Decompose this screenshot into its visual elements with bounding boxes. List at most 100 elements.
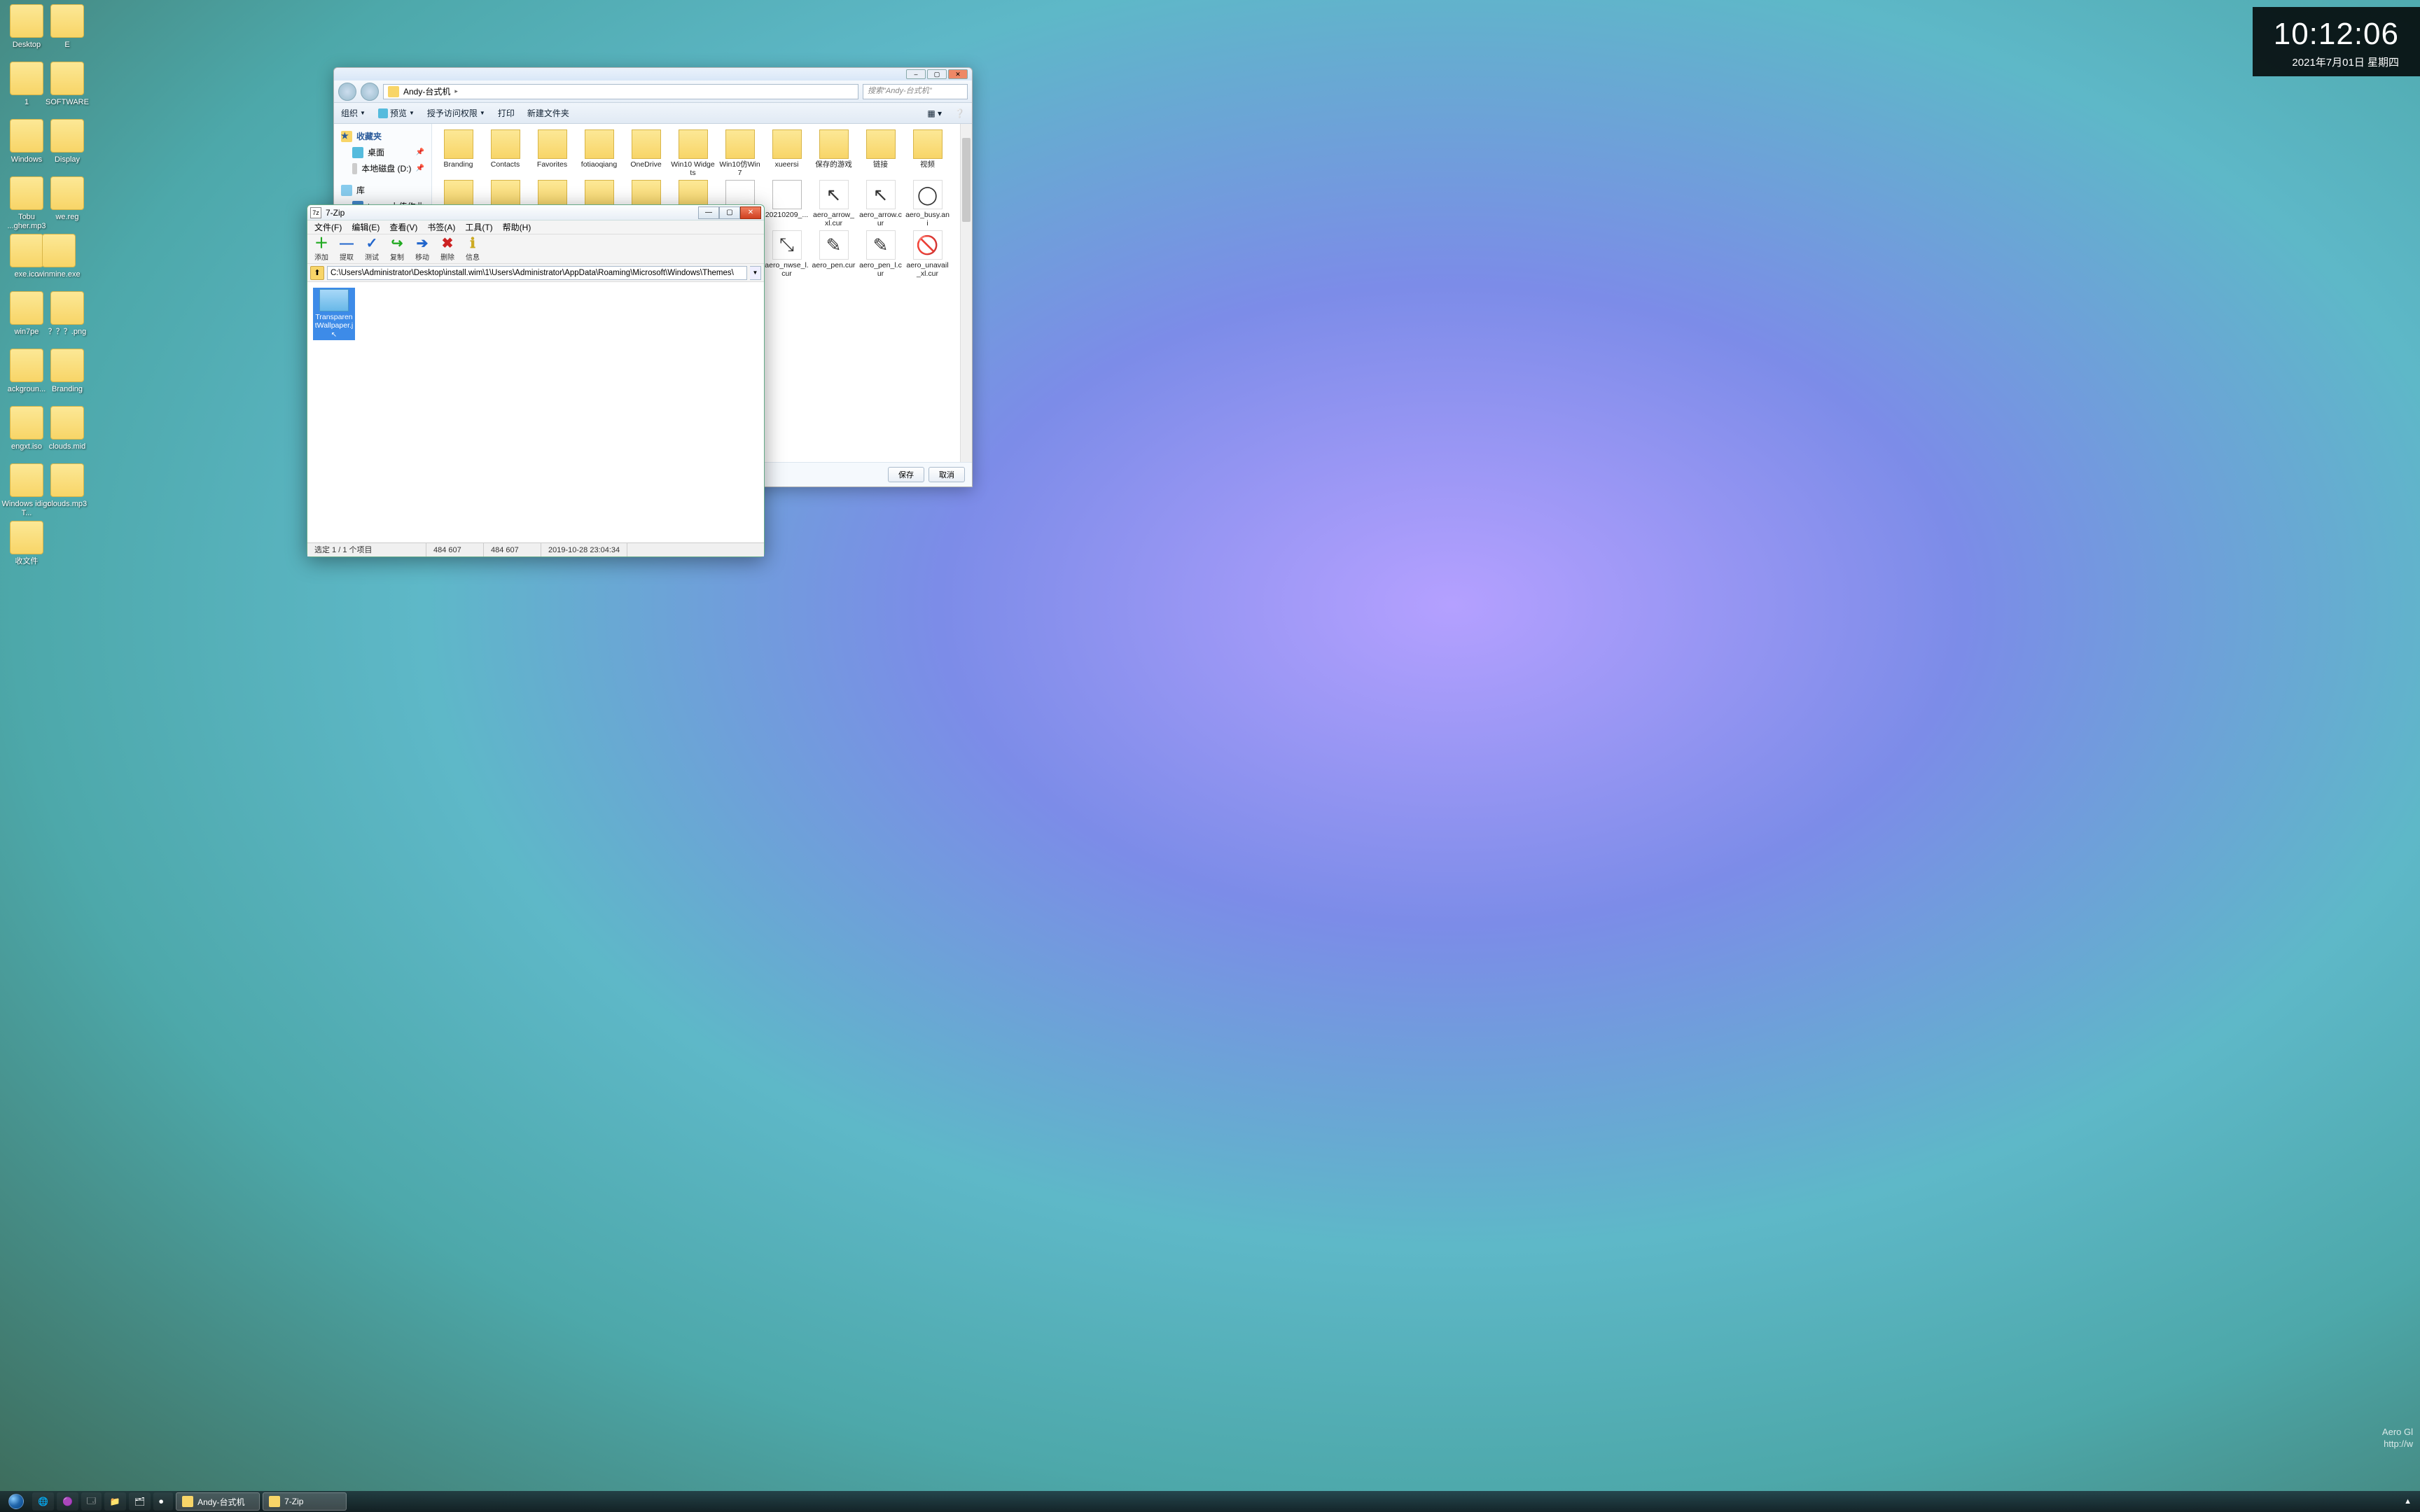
menu-item[interactable]: 查看(V) (385, 220, 422, 234)
file-item[interactable]: ✎aero_pen_l.cur (858, 230, 903, 278)
close-button[interactable]: ✕ (948, 69, 968, 79)
desktop-icon[interactable]: 收文件 (0, 521, 53, 566)
file-item[interactable]: Win10 Widgets (671, 130, 715, 177)
file-item[interactable]: Favorites (530, 130, 574, 177)
task-icon (182, 1496, 193, 1507)
explorer-titlebar[interactable]: – ▢ ✕ (334, 68, 972, 80)
file-item[interactable]: ⤡aero_nwse_l.cur (765, 230, 809, 278)
tray-icon[interactable]: ▲ (2404, 1497, 2412, 1506)
desktop-icon[interactable]: Display (41, 119, 94, 164)
file-item[interactable]: 保存的游戏 (812, 130, 856, 177)
taskbar-task[interactable]: 7-Zip (263, 1492, 347, 1511)
save-button[interactable]: 保存 (888, 467, 924, 482)
sevenzip-titlebar[interactable]: 7z 7-Zip — ▢ ✕ (307, 205, 764, 220)
preview-button[interactable]: 预览▼ (378, 107, 415, 119)
up-button[interactable]: ⬆ (310, 266, 324, 280)
access-button[interactable]: 授予访问权限▼ (427, 107, 485, 119)
toolbar-button-删除[interactable]: ✖删除 (438, 236, 457, 262)
pin-icon[interactable]: 📌 (416, 164, 424, 172)
status-selection: 选定 1 / 1 个项目 (307, 543, 426, 556)
file-name: 保存的游戏 (812, 160, 856, 169)
menu-item[interactable]: 工具(T) (461, 220, 496, 234)
path-input[interactable]: C:\Users\Administrator\Desktop\install.w… (327, 266, 747, 280)
view-options-button[interactable]: ▦ ▾ (927, 108, 942, 118)
pinned-app[interactable]: 🗂 (129, 1492, 151, 1511)
toolbar-button-移动[interactable]: ➔移动 (412, 236, 432, 262)
file-item[interactable]: fotiaoqiang (577, 130, 621, 177)
desktop-icon[interactable]: Branding (41, 349, 94, 394)
desktop-icon[interactable]: clouds.mid (41, 406, 94, 451)
toolbar-icon: ↪ (387, 236, 407, 251)
organize-button[interactable]: 组织▼ (341, 107, 366, 119)
newfolder-button[interactable]: 新建文件夹 (527, 107, 569, 119)
file-item[interactable]: Branding (436, 130, 480, 177)
pinned-app[interactable]: 🗔 (81, 1492, 102, 1511)
maximize-button[interactable]: ▢ (927, 69, 947, 79)
pinned-app[interactable]: 📁 (104, 1492, 126, 1511)
sidebar-favorites[interactable]: ★收藏夹 (337, 128, 429, 144)
file-area[interactable]: TransparentWallpaper.j ↖ (307, 282, 764, 542)
scrollbar-thumb[interactable] (962, 138, 971, 222)
pinned-app[interactable]: 🌐 (32, 1492, 54, 1511)
scrollbar[interactable] (960, 124, 972, 462)
system-tray[interactable]: ▲ (2404, 1497, 2417, 1506)
sidebar-library[interactable]: 库 (337, 182, 429, 198)
search-input[interactable]: 搜索"Andy-台式机" (863, 84, 968, 99)
pin-icon[interactable]: 📌 (416, 148, 424, 156)
toolbar-button-提取[interactable]: —提取 (337, 236, 356, 262)
sevenzip-window[interactable]: 7z 7-Zip — ▢ ✕ 文件(F)编辑(E)查看(V)书签(A)工具(T)… (307, 204, 765, 557)
maximize-button[interactable]: ▢ (719, 206, 740, 219)
menu-item[interactable]: 编辑(E) (347, 220, 384, 234)
file-name: Branding (436, 160, 480, 169)
pinned-app[interactable]: 🟣 (57, 1492, 78, 1511)
file-item[interactable]: 🚫aero_unavail_xl.cur (905, 230, 950, 278)
desktop-icon[interactable]: winmine.exe (32, 234, 85, 279)
file-item[interactable]: ↖aero_arrow.cur (858, 180, 903, 227)
file-item[interactable]: ↖aero_arrow_xl.cur (812, 180, 856, 227)
file-item[interactable]: ✎aero_pen.cur (812, 230, 856, 278)
menu-item[interactable]: 帮助(H) (499, 220, 536, 234)
path-dropdown[interactable]: ▼ (750, 266, 761, 280)
desktop-icon[interactable]: clouds.mp3 (41, 463, 94, 509)
sidebar-localdisk[interactable]: 本地磁盘 (D:)📌 (337, 160, 429, 176)
menu-item[interactable]: 书签(A) (423, 220, 459, 234)
desktop-icon[interactable]: SOFTWARE (41, 62, 94, 107)
file-item[interactable]: 视频 (905, 130, 950, 177)
file-item[interactable]: Contacts (483, 130, 527, 177)
menu-item[interactable]: 文件(F) (310, 220, 346, 234)
forward-button[interactable] (361, 83, 379, 101)
minimize-button[interactable]: — (698, 206, 719, 219)
file-item[interactable]: 20210209_... (765, 180, 809, 227)
minimize-button[interactable]: – (906, 69, 926, 79)
file-item[interactable]: ◯aero_busy.ani (905, 180, 950, 227)
status-date: 2019-10-28 23:04:34 (541, 543, 627, 556)
taskbar-task[interactable]: Andy-台式机 (176, 1492, 260, 1511)
folder-icon (491, 130, 520, 159)
toolbar-button-信息[interactable]: ℹ信息 (463, 236, 482, 262)
address-text: Andy-台式机 (403, 85, 450, 97)
file-item[interactable]: OneDrive (624, 130, 668, 177)
toolbar-button-测试[interactable]: ✓测试 (362, 236, 382, 262)
print-button[interactable]: 打印 (498, 107, 515, 119)
toolbar-button-添加[interactable]: ＋添加 (312, 236, 331, 262)
close-button[interactable]: ✕ (740, 206, 761, 219)
help-button[interactable]: ❔ (954, 108, 965, 118)
explorer-toolbar: 组织▼ 预览▼ 授予访问权限▼ 打印 新建文件夹 ▦ ▾ ❔ (334, 103, 972, 124)
file-name: aero_unavail_xl.cur (905, 261, 950, 278)
desktop-icon[interactable]: ？？？.png (41, 291, 94, 337)
cancel-button[interactable]: 取消 (929, 467, 965, 482)
taskbar[interactable]: 🌐🟣🗔📁🗂⏺Andy-台式机7-Zip ▲ (0, 1491, 2420, 1512)
status-bar: 选定 1 / 1 个项目 484 607 484 607 2019-10-28 … (307, 542, 764, 556)
address-bar[interactable]: Andy-台式机 ▸ (383, 84, 858, 99)
back-button[interactable] (338, 83, 356, 101)
start-button[interactable] (3, 1492, 29, 1511)
toolbar-button-复制[interactable]: ↪复制 (387, 236, 407, 262)
file-item[interactable]: Win10仿Win7 (718, 130, 762, 177)
archive-file-selected[interactable]: TransparentWallpaper.j ↖ (313, 288, 355, 340)
desktop-icon[interactable]: E (41, 4, 94, 50)
pinned-app[interactable]: ⏺ (153, 1492, 173, 1511)
file-item[interactable]: xueersi (765, 130, 809, 177)
desktop-icon[interactable]: we.reg (41, 176, 94, 222)
sidebar-desktop[interactable]: 桌面📌 (337, 144, 429, 160)
file-item[interactable]: 链接 (858, 130, 903, 177)
